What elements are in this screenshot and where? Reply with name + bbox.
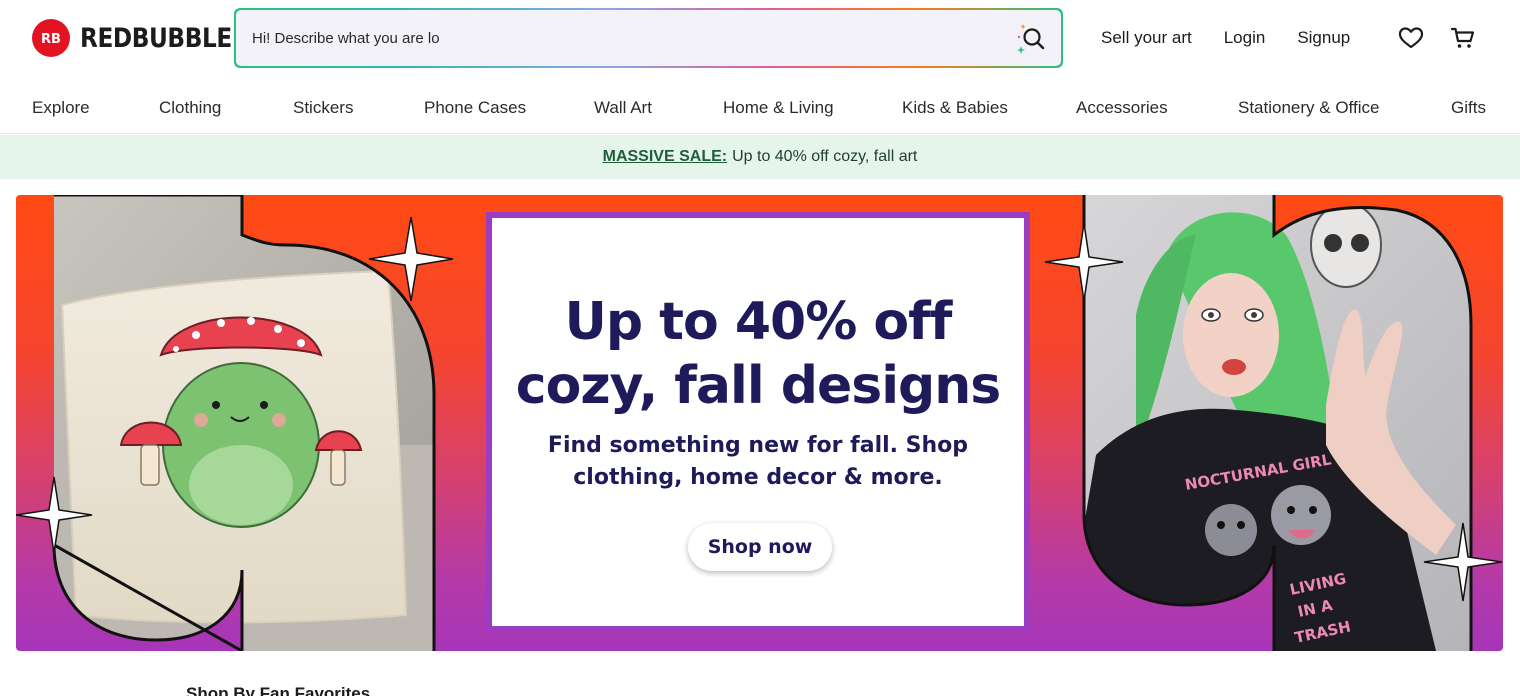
nav-item-phone-cases[interactable]: Phone Cases (424, 98, 526, 118)
nav-item-wall-art[interactable]: Wall Art (594, 98, 652, 118)
header-links: Sell your art Login Signup (1101, 0, 1350, 76)
nav-item-stickers[interactable]: Stickers (293, 98, 353, 118)
hero-banner[interactable]: NOCTURNAL GIRL LIVING IN A TRASH Up to 4… (16, 195, 1503, 651)
svg-text:RB: RB (41, 32, 61, 46)
hero-subtitle-line-2: clothing, home decor & more. (573, 465, 943, 490)
hero-title-line-2: cozy, fall designs (515, 356, 1001, 416)
hero-card: Up to 40% off cozy, fall designs Find so… (486, 212, 1030, 632)
search-input[interactable] (252, 10, 452, 66)
nav-item-accessories[interactable]: Accessories (1076, 98, 1168, 118)
nav-divider (0, 133, 1520, 134)
hero-title: Up to 40% off cozy, fall designs (492, 290, 1024, 418)
nav-item-gifts[interactable]: Gifts (1451, 98, 1486, 118)
login-link[interactable]: Login (1224, 28, 1266, 48)
shop-now-button[interactable]: Shop now (688, 523, 832, 571)
heart-icon[interactable] (1397, 24, 1425, 52)
logo-text: REDBUBBLE (80, 22, 232, 54)
promo-text: Up to 40% off cozy, fall art (732, 148, 918, 165)
nav-item-kids-babies[interactable]: Kids & Babies (902, 98, 1008, 118)
nav-item-explore[interactable]: Explore (32, 98, 90, 118)
signup-link[interactable]: Signup (1297, 28, 1350, 48)
promo-banner: MASSIVE SALE: Up to 40% off cozy, fall a… (0, 135, 1520, 179)
hero-title-line-1: Up to 40% off (564, 292, 953, 352)
sell-your-art-link[interactable]: Sell your art (1101, 28, 1192, 48)
redbubble-logo[interactable]: RB REDBUBBLE (32, 19, 256, 57)
nav-item-stationery-office[interactable]: Stationery & Office (1238, 98, 1379, 118)
section-heading-peek: Shop By Fan Favorites (186, 684, 371, 696)
model-photo: NOCTURNAL GIRL LIVING IN A TRASH (1084, 195, 1471, 651)
nav-item-home-living[interactable]: Home & Living (723, 98, 834, 118)
hero-subtitle: Find something new for fall. Shop clothi… (492, 430, 1024, 494)
sparkle-search-icon[interactable] (1013, 22, 1047, 56)
category-nav: Explore Clothing Stickers Phone Cases Wa… (0, 86, 1520, 130)
search-bar (234, 8, 1063, 68)
pillow-photo (54, 195, 434, 651)
logo-mark-icon: RB (32, 19, 70, 57)
site-header: RB REDBUBBLE Sell your art Login Signup (0, 0, 1520, 76)
nav-item-clothing[interactable]: Clothing (159, 98, 221, 118)
cart-icon[interactable] (1449, 24, 1477, 52)
promo-sale-link[interactable]: MASSIVE SALE: (603, 148, 727, 166)
hero-subtitle-line-1: Find something new for fall. Shop (547, 433, 969, 458)
